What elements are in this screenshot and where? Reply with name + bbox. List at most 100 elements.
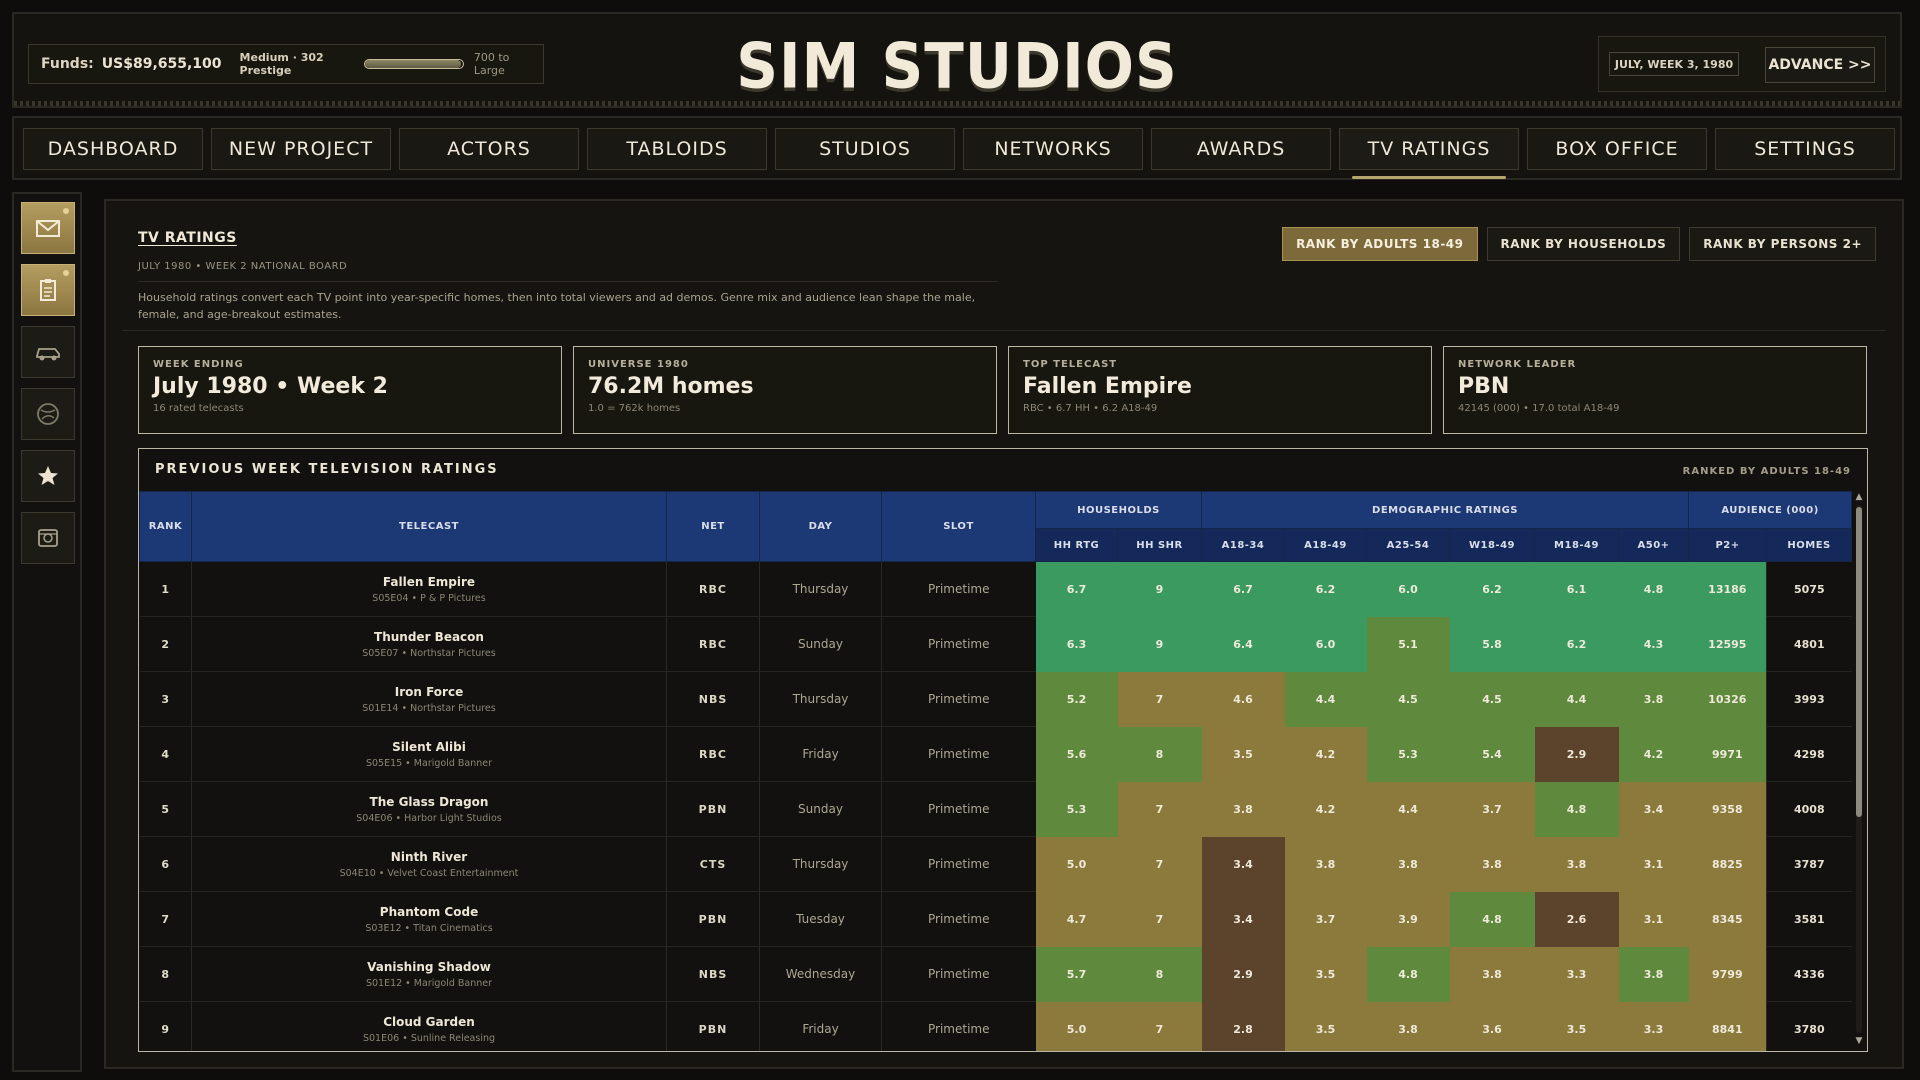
col-header-rank[interactable]: RANK xyxy=(139,491,192,562)
rank-by-adults-button[interactable]: RANK BY ADULTS 18-49 xyxy=(1282,227,1478,261)
scroll-up-icon[interactable]: ▲ xyxy=(1853,491,1865,503)
tab-awards[interactable]: AWARDS xyxy=(1151,128,1331,170)
cell-p2-plus: 13186 xyxy=(1688,561,1767,617)
cell-a50-plus: 3.8 xyxy=(1618,946,1689,1002)
tab-box-office[interactable]: BOX OFFICE xyxy=(1527,128,1707,170)
cell-a25-54: 4.5 xyxy=(1366,671,1450,727)
col-header-hh-rtg[interactable]: HH RTG xyxy=(1035,528,1118,562)
cell-p2-plus: 8825 xyxy=(1688,836,1767,892)
cell-day: Sunday xyxy=(759,616,882,672)
tab-settings[interactable]: SETTINGS xyxy=(1715,128,1895,170)
cell-a18-49: 4.2 xyxy=(1284,781,1367,837)
sidebar-clipboard-button[interactable] xyxy=(21,264,75,316)
sidebar-star-button[interactable] xyxy=(21,450,75,502)
tab-networks[interactable]: NETWORKS xyxy=(963,128,1143,170)
cell-rank: 1 xyxy=(139,561,192,617)
tab-actors[interactable]: ACTORS xyxy=(399,128,579,170)
telecast-title: Vanishing Shadow xyxy=(367,959,491,974)
sidebar-mail-button[interactable] xyxy=(21,202,75,254)
table-row[interactable]: 2 Thunder Beacon S05E07 • Northstar Pict… xyxy=(139,616,1852,672)
table-row[interactable]: 1 Fallen Empire S05E04 • P & P Pictures … xyxy=(139,561,1852,617)
cell-m18-49: 2.6 xyxy=(1534,891,1619,947)
cell-w18-49: 3.8 xyxy=(1449,946,1535,1002)
telecast-episode: S01E12 • Marigold Banner xyxy=(365,977,493,989)
rank-by-households-button[interactable]: RANK BY HOUSEHOLDS xyxy=(1486,227,1681,261)
table-row[interactable]: 6 Ninth River S04E10 • Velvet Coast Ente… xyxy=(139,836,1852,892)
film-reel-icon xyxy=(38,529,58,547)
advance-button[interactable]: ADVANCE >> xyxy=(1765,47,1875,83)
col-header-homes[interactable]: HOMES xyxy=(1766,528,1853,562)
col-header-a18-49[interactable]: A18-49 xyxy=(1284,528,1367,562)
col-header-net[interactable]: NET xyxy=(666,491,760,562)
car-icon xyxy=(36,348,60,361)
page-subtitle: JULY 1980 • WEEK 2 NATIONAL BOARD xyxy=(138,261,348,272)
table-row[interactable]: 4 Silent Alibi S05E15 • Marigold Banner … xyxy=(139,726,1852,782)
stat-label: TOP TELECAST xyxy=(1023,359,1118,370)
cell-rank: 4 xyxy=(139,726,192,782)
col-header-m18-49[interactable]: M18-49 xyxy=(1534,528,1619,562)
col-header-hh-shr[interactable]: HH SHR xyxy=(1117,528,1202,562)
cell-hh-shr: 7 xyxy=(1117,836,1202,892)
sidebar-film-button[interactable] xyxy=(21,512,75,564)
stat-note: 16 rated telecasts xyxy=(153,403,244,414)
cell-day: Friday xyxy=(759,1001,882,1051)
clipboard-icon xyxy=(40,279,56,301)
cell-a18-34: 3.4 xyxy=(1201,891,1285,947)
tab-studios[interactable]: STUDIOS xyxy=(775,128,955,170)
col-header-a25-54[interactable]: A25-54 xyxy=(1366,528,1450,562)
stat-card-week-ending: WEEK ENDING July 1980 • Week 2 16 rated … xyxy=(138,346,562,434)
cell-a18-49: 6.0 xyxy=(1284,616,1367,672)
cell-hh-shr: 8 xyxy=(1117,726,1202,782)
tab-tabloids[interactable]: TABLOIDS xyxy=(587,128,767,170)
page-title: TV RATINGS xyxy=(138,230,237,246)
cell-homes: 3787 xyxy=(1766,836,1852,892)
mail-icon xyxy=(36,220,60,237)
col-header-w18-49[interactable]: W18-49 xyxy=(1449,528,1535,562)
telecast-title: Iron Force xyxy=(394,684,464,699)
scroll-thumb[interactable] xyxy=(1856,507,1862,817)
cell-hh-shr: 9 xyxy=(1117,616,1202,672)
rank-by-persons-button[interactable]: RANK BY PERSONS 2+ xyxy=(1689,227,1876,261)
col-header-a50-plus[interactable]: A50+ xyxy=(1617,528,1690,562)
table-row[interactable]: 9 Cloud Garden S01E06 • Sunline Releasin… xyxy=(139,1001,1852,1051)
table-row[interactable]: 8 Vanishing Shadow S01E12 • Marigold Ban… xyxy=(139,946,1852,1002)
cell-w18-49: 4.5 xyxy=(1449,671,1535,727)
cell-p2-plus: 9971 xyxy=(1688,726,1767,782)
scroll-down-icon[interactable]: ▼ xyxy=(1853,1035,1865,1047)
tab-dashboard[interactable]: DASHBOARD xyxy=(23,128,203,170)
cell-w18-49: 3.7 xyxy=(1449,781,1535,837)
cell-w18-49: 4.8 xyxy=(1449,891,1535,947)
cell-m18-49: 6.1 xyxy=(1534,561,1619,617)
top-header: Funds: US$89,655,100 Medium · 302 Presti… xyxy=(12,12,1902,108)
sidebar-globe-button[interactable] xyxy=(21,388,75,440)
table-row[interactable]: 7 Phantom Code S03E12 • Titan Cinematics… xyxy=(139,891,1852,947)
cell-a50-plus: 3.1 xyxy=(1618,836,1689,892)
stat-note: RBC • 6.7 HH • 6.2 A18-49 xyxy=(1023,403,1158,414)
ratings-table-scroll-area[interactable]: RANK TELECAST NET DAY SLOT HOUSEHOLDS DE… xyxy=(139,491,1853,1051)
col-header-p2-plus[interactable]: P2+ xyxy=(1688,528,1768,562)
cell-a18-49: 4.4 xyxy=(1284,671,1367,727)
notification-dot xyxy=(63,270,69,276)
tab-new-project[interactable]: NEW PROJECT xyxy=(211,128,391,170)
cell-rank: 2 xyxy=(139,616,192,672)
col-header-day[interactable]: DAY xyxy=(759,491,882,562)
table-row[interactable]: 5 The Glass Dragon S04E06 • Harbor Light… xyxy=(139,781,1852,837)
col-header-slot[interactable]: SLOT xyxy=(881,491,1036,562)
star-icon xyxy=(38,466,58,485)
cell-a50-plus: 3.1 xyxy=(1618,891,1689,947)
col-header-a18-34[interactable]: A18-34 xyxy=(1201,528,1285,562)
cell-a18-34: 6.7 xyxy=(1201,561,1285,617)
telecast-title: Cloud Garden xyxy=(383,1014,475,1029)
cell-m18-49: 2.9 xyxy=(1534,726,1619,782)
cell-w18-49: 5.4 xyxy=(1449,726,1535,782)
telecast-episode: S05E07 • Northstar Pictures xyxy=(362,647,496,659)
sidebar-car-button[interactable] xyxy=(21,326,75,378)
cell-w18-49: 3.6 xyxy=(1449,1001,1535,1051)
cell-hh-rtg: 5.6 xyxy=(1035,726,1118,782)
cell-a18-34: 3.8 xyxy=(1201,781,1285,837)
table-row[interactable]: 3 Iron Force S01E14 • Northstar Pictures… xyxy=(139,671,1852,727)
table-scrollbar[interactable]: ▲ ▼ xyxy=(1853,491,1865,1047)
cell-hh-rtg: 5.0 xyxy=(1035,836,1118,892)
col-header-telecast[interactable]: TELECAST xyxy=(191,491,667,562)
tab-tv-ratings[interactable]: TV RATINGS xyxy=(1339,128,1519,179)
